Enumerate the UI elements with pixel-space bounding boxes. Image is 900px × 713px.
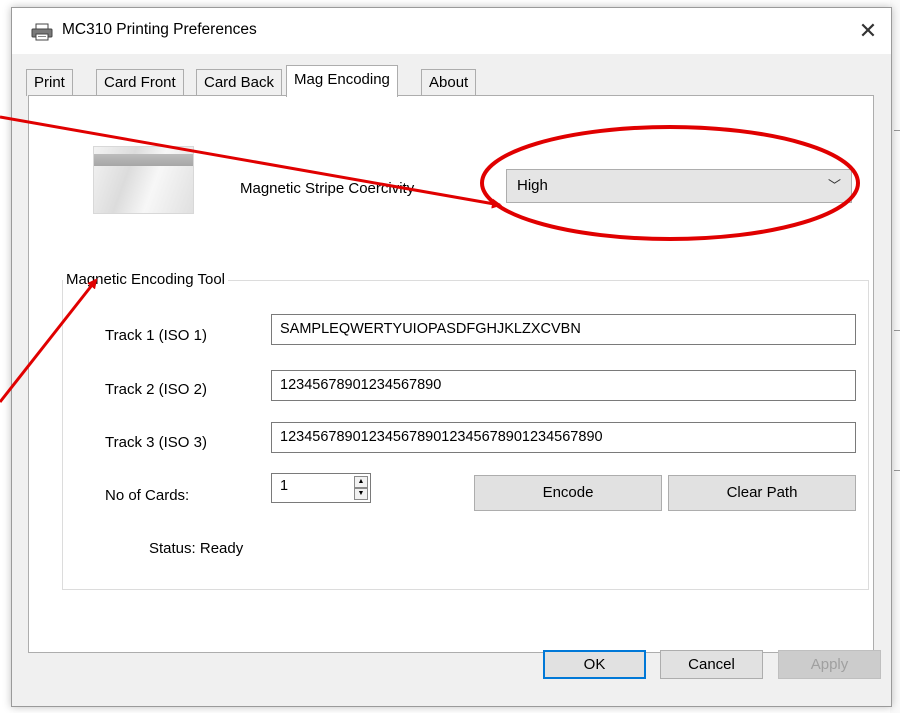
title-bar: MC310 Printing Preferences ✕: [12, 8, 891, 54]
chevron-down-icon: ﹀: [827, 178, 841, 193]
track-2-input[interactable]: 12345678901234567890: [271, 370, 856, 401]
magnetic-card-image: [93, 146, 194, 214]
cards-quantity-value: 1: [280, 478, 289, 494]
apply-button: Apply: [778, 650, 881, 679]
cards-quantity-stepper[interactable]: 1 ▲ ▼: [271, 473, 371, 503]
coercivity-label: Magnetic Stripe Coercivity: [240, 180, 415, 197]
cards-label: No of Cards:: [105, 487, 190, 504]
spin-up-icon[interactable]: ▲: [354, 476, 368, 488]
cancel-button[interactable]: Cancel: [660, 650, 763, 679]
encoding-tool-legend: Magnetic Encoding Tool: [63, 271, 228, 288]
printer-icon: [31, 23, 53, 41]
tab-mag-encoding[interactable]: Mag Encoding: [286, 65, 398, 97]
coercivity-select[interactable]: High ﹀: [506, 169, 852, 203]
encode-button[interactable]: Encode: [474, 475, 662, 511]
ok-button[interactable]: OK: [543, 650, 646, 679]
mag-encoding-panel: Magnetic Stripe Coercivity High ﹀ Magnet…: [28, 95, 874, 653]
close-icon: ✕: [858, 18, 878, 43]
printing-preferences-dialog: MC310 Printing Preferences ✕ Print Card …: [11, 7, 892, 707]
clear-path-button[interactable]: Clear Path: [668, 475, 856, 511]
status-text: Status: Ready: [149, 540, 244, 557]
track-3-input[interactable]: 12345678901234567890123456789012345678​9…: [271, 422, 856, 453]
tab-card-front[interactable]: Card Front: [96, 69, 184, 96]
track-3-label: Track 3 (ISO 3): [105, 434, 207, 451]
spin-down-icon[interactable]: ▼: [354, 488, 368, 500]
tab-card-back[interactable]: Card Back: [196, 69, 283, 96]
track-2-label: Track 2 (ISO 2): [105, 381, 207, 398]
track-1-label: Track 1 (ISO 1): [105, 327, 207, 344]
tab-print[interactable]: Print: [26, 69, 73, 96]
track-1-input[interactable]: SAMPLEQWERTYUIOPASDFGHJKLZXCVBN: [271, 314, 856, 345]
tab-about[interactable]: About: [421, 69, 477, 96]
window-title: MC310 Printing Preferences: [62, 21, 257, 38]
close-button[interactable]: ✕: [845, 8, 891, 54]
coercivity-selected-value: High: [517, 177, 548, 194]
